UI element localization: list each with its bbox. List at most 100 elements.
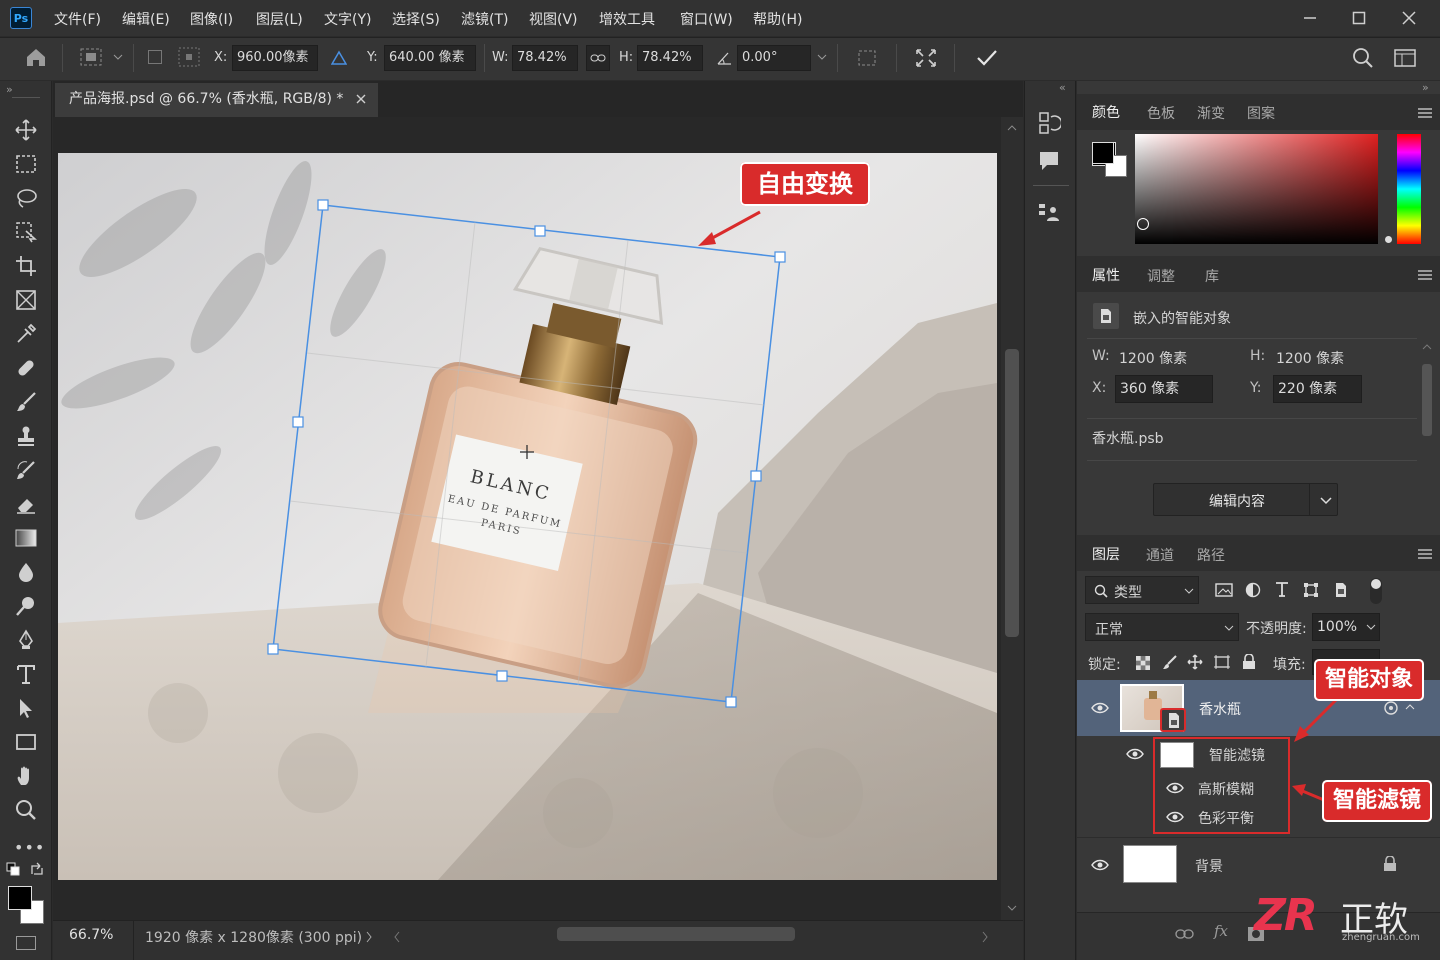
layer-name-perfume[interactable]: 香水瓶 xyxy=(1199,699,1241,719)
height-field[interactable]: 78.42% xyxy=(637,45,703,71)
close-window-icon[interactable] xyxy=(1396,6,1422,30)
marquee-tool-icon[interactable] xyxy=(12,150,40,178)
hand-tool-icon[interactable] xyxy=(12,762,40,790)
layer-comps-panel-icon[interactable] xyxy=(1037,201,1061,225)
menu-plugins[interactable]: 增效工具 xyxy=(599,9,655,29)
zoom-tool-icon[interactable] xyxy=(12,796,40,824)
rotate-angle-field[interactable]: 0.00° xyxy=(737,45,811,71)
tab-gradients[interactable]: 渐变 xyxy=(1197,103,1225,123)
color-picker-field[interactable] xyxy=(1135,134,1378,244)
document-tab[interactable]: 产品海报.psd @ 66.7% (香水瓶, RGB/8) * xyxy=(55,83,378,117)
document-info[interactable]: 1920 像素 x 1280像素 (300 ppi) xyxy=(145,927,362,947)
properties-scrollbar[interactable] xyxy=(1420,342,1434,512)
history-panel-icon[interactable] xyxy=(1037,111,1061,135)
eyedropper-tool-icon[interactable] xyxy=(12,320,40,348)
default-colors-icon[interactable] xyxy=(6,862,20,876)
filter-toggle[interactable] xyxy=(1370,578,1382,604)
hue-slider[interactable] xyxy=(1397,134,1421,244)
x-position-field[interactable]: 960.00像素 xyxy=(232,45,318,71)
y-position-field[interactable]: 640.00 像素 xyxy=(384,45,476,71)
edit-contents-button[interactable]: 编辑内容 xyxy=(1153,483,1338,516)
scroll-down-icon[interactable] xyxy=(1007,905,1017,911)
scroll-up-icon[interactable] xyxy=(1007,125,1017,131)
warp-mode-icon[interactable] xyxy=(914,47,938,69)
lasso-tool-icon[interactable] xyxy=(12,184,40,212)
tab-patterns[interactable]: 图案 xyxy=(1247,103,1275,123)
layer-filter-select[interactable]: 类型 xyxy=(1085,576,1199,604)
menu-select[interactable]: 选择(S) xyxy=(392,9,440,29)
visibility-eye-icon[interactable] xyxy=(1091,702,1109,714)
tab-adjustments[interactable]: 调整 xyxy=(1147,266,1175,286)
color-picker-cursor[interactable] xyxy=(1137,218,1149,230)
chevron-down-icon[interactable] xyxy=(817,54,827,60)
reference-grid-icon[interactable] xyxy=(178,47,200,67)
eraser-tool-icon[interactable] xyxy=(12,490,40,518)
lock-artboard-icon[interactable] xyxy=(1213,654,1231,670)
filter-pixel-icon[interactable] xyxy=(1215,582,1233,598)
smart-filter-indicator-icon[interactable] xyxy=(1382,700,1400,716)
layer-name-smart-filters[interactable]: 智能滤镜 xyxy=(1209,745,1265,765)
menu-filter[interactable]: 滤镜(T) xyxy=(461,9,508,29)
history-brush-tool-icon[interactable] xyxy=(12,456,40,484)
menu-file[interactable]: 文件(F) xyxy=(54,9,101,29)
rectangle-tool-icon[interactable] xyxy=(12,728,40,756)
menu-edit[interactable]: 编辑(E) xyxy=(122,9,170,29)
relative-position-icon[interactable] xyxy=(331,50,347,66)
link-layers-icon[interactable] xyxy=(1175,928,1195,940)
menu-view[interactable]: 视图(V) xyxy=(529,9,578,29)
close-tab-icon[interactable] xyxy=(355,93,367,105)
width-field[interactable]: 78.42% xyxy=(512,45,578,71)
comments-panel-icon[interactable] xyxy=(1037,149,1061,173)
chevron-down-icon[interactable] xyxy=(1320,497,1332,505)
visibility-eye-icon[interactable] xyxy=(1166,811,1184,823)
workspace-icon[interactable] xyxy=(1394,48,1416,68)
pen-tool-icon[interactable] xyxy=(12,626,40,654)
blur-tool-icon[interactable] xyxy=(12,558,40,586)
tab-color[interactable]: 颜色 xyxy=(1092,102,1120,122)
tab-properties[interactable]: 属性 xyxy=(1092,265,1120,285)
dodge-tool-icon[interactable] xyxy=(12,592,40,620)
home-icon[interactable] xyxy=(24,46,48,68)
visibility-eye-icon[interactable] xyxy=(1091,859,1109,871)
filter-type-icon[interactable] xyxy=(1274,581,1290,597)
minimize-icon[interactable] xyxy=(1297,6,1323,30)
visibility-eye-icon[interactable] xyxy=(1126,748,1144,760)
layer-style-icon[interactable]: fx xyxy=(1214,922,1228,940)
quick-mask-icon[interactable] xyxy=(16,936,36,950)
tab-libraries[interactable]: 库 xyxy=(1205,266,1219,286)
properties-scroll-thumb[interactable] xyxy=(1422,364,1432,436)
scroll-left-icon[interactable] xyxy=(393,931,401,943)
path-selection-tool-icon[interactable] xyxy=(12,694,40,722)
zoom-level[interactable]: 66.7% xyxy=(69,927,113,943)
prop-y-field[interactable]: 220 像素 xyxy=(1273,375,1362,403)
interpolation-icon[interactable] xyxy=(856,48,878,68)
foreground-color-swatch[interactable] xyxy=(8,886,32,910)
link-aspect-icon[interactable] xyxy=(586,45,610,71)
collapse-icon[interactable]: » xyxy=(6,83,13,96)
menu-layer[interactable]: 图层(L) xyxy=(256,9,303,29)
hue-slider-handle[interactable] xyxy=(1385,236,1392,243)
panel-menu-icon[interactable] xyxy=(1418,270,1432,280)
healing-brush-tool-icon[interactable] xyxy=(12,354,40,382)
collapse-icon[interactable]: « xyxy=(1059,81,1066,94)
tab-channels[interactable]: 通道 xyxy=(1146,545,1174,565)
filter-shape-icon[interactable] xyxy=(1303,582,1319,598)
tab-paths[interactable]: 路径 xyxy=(1197,545,1225,565)
frame-tool-icon[interactable] xyxy=(12,286,40,314)
more-tools-icon[interactable]: ••• xyxy=(14,838,45,857)
commit-transform-icon[interactable] xyxy=(975,47,999,69)
maximize-icon[interactable] xyxy=(1346,6,1372,30)
move-tool-icon[interactable] xyxy=(12,116,40,144)
search-icon[interactable] xyxy=(1352,47,1374,69)
document-canvas[interactable]: BLANC EAU DE PARFUM PARIS xyxy=(58,153,997,880)
visibility-eye-icon[interactable] xyxy=(1166,782,1184,794)
menu-window[interactable]: 窗口(W) xyxy=(680,9,733,29)
chevron-down-icon[interactable] xyxy=(113,54,123,60)
menu-image[interactable]: 图像(I) xyxy=(190,9,233,29)
panel-menu-icon[interactable] xyxy=(1418,549,1432,559)
menu-type[interactable]: 文字(Y) xyxy=(324,9,371,29)
tab-layers[interactable]: 图层 xyxy=(1092,544,1120,564)
chevron-up-icon[interactable] xyxy=(1405,704,1415,710)
gradient-tool-icon[interactable] xyxy=(12,524,40,552)
lock-transparent-icon[interactable] xyxy=(1135,655,1151,671)
